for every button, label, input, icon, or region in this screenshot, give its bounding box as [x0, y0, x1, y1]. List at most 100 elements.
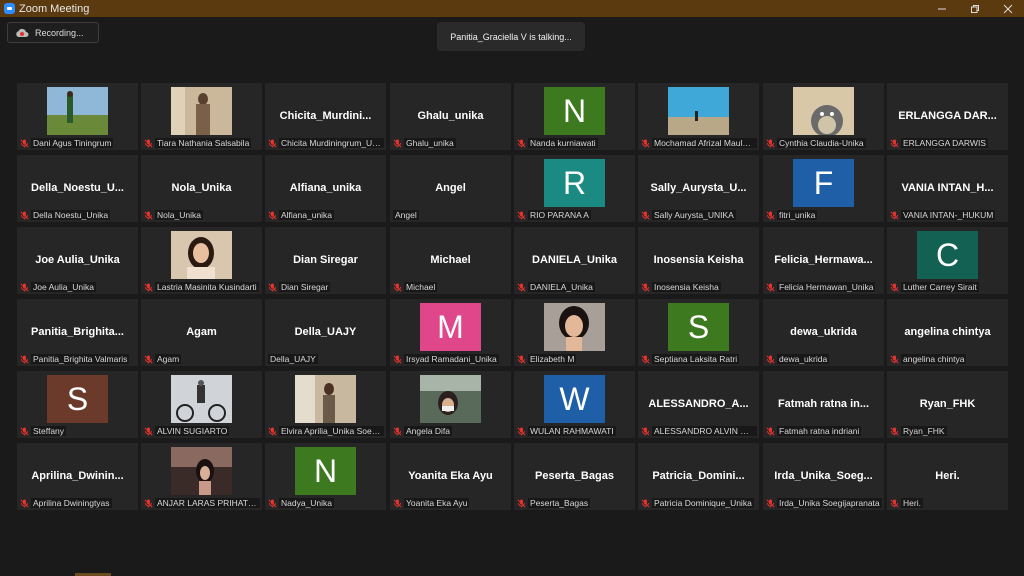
- participant-tile[interactable]: Joe Aulia_Unika Joe Aulia_Unika: [17, 227, 138, 294]
- participant-tile[interactable]: Dani Agus Tiningrum: [17, 83, 138, 150]
- participant-tile[interactable]: C Luther Carrey Sirait: [887, 227, 1008, 294]
- participant-display-name: Alfiana_unika: [289, 182, 362, 194]
- mic-muted-icon: [641, 210, 650, 220]
- participant-tile[interactable]: Fatmah ratna in... Fatmah ratna indriani: [763, 371, 884, 438]
- mic-muted-icon: [393, 426, 402, 436]
- maximize-button[interactable]: [958, 0, 991, 17]
- participant-tile[interactable]: Sally_Aurysta_U... Sally Aurysta_UNIKA: [638, 155, 759, 222]
- participant-tile[interactable]: Peserta_Bagas Peserta_Bagas: [514, 443, 635, 510]
- participant-tile[interactable]: ALVIN SUGIARTO: [141, 371, 262, 438]
- participant-tile[interactable]: Lastria Masinita Kusindarti: [141, 227, 262, 294]
- participant-tile[interactable]: ANJAR LARAS PRIHATINI: [141, 443, 262, 510]
- participant-tile[interactable]: Patricia_Domini... Patricia Dominique_Uni…: [638, 443, 759, 510]
- participant-name: Alfiana_unika: [279, 210, 335, 220]
- participant-tile[interactable]: Inosensia Keisha Inosensia Keisha: [638, 227, 759, 294]
- participant-name-label: Della_UAJY: [268, 354, 384, 364]
- participant-name-label: Septiana Laksita Ratri: [641, 354, 757, 364]
- participant-tile[interactable]: Michael Michael: [390, 227, 511, 294]
- participant-name: Fatmah ratna indriani: [777, 426, 862, 436]
- participant-display-name: Peserta_Bagas: [535, 470, 614, 482]
- mic-muted-icon: [890, 210, 899, 220]
- participant-tile[interactable]: R RIO PARANA A: [514, 155, 635, 222]
- mic-muted-icon: [641, 498, 650, 508]
- active-speaker-banner: Panitia_Graciella V is talking...: [437, 22, 585, 51]
- participant-name: Yoanita Eka Ayu: [404, 498, 470, 508]
- avatar-initial: N: [544, 87, 605, 135]
- participant-display-name: Angel: [435, 182, 466, 194]
- avatar-initial: S: [668, 303, 729, 351]
- participant-name: Tiara Nathania Salsabila: [155, 138, 252, 148]
- participant-tile[interactable]: Elizabeth M: [514, 299, 635, 366]
- minimize-button[interactable]: [925, 0, 958, 17]
- participant-tile[interactable]: S Steffany: [17, 371, 138, 438]
- participant-name: Aprilina Dwiningtyas: [31, 498, 112, 508]
- participant-tile[interactable]: Felicia_Hermawa... Felicia Hermawan_Unika: [763, 227, 884, 294]
- participant-tile[interactable]: Dian Siregar Dian Siregar: [265, 227, 386, 294]
- mic-muted-icon: [890, 354, 899, 364]
- participant-name-label: Panitia_Brighita Valmaris: [20, 354, 136, 364]
- mic-muted-icon: [641, 426, 650, 436]
- participant-tile[interactable]: S Septiana Laksita Ratri: [638, 299, 759, 366]
- participant-name-label: Yoanita Eka Ayu: [393, 498, 509, 508]
- participant-tile[interactable]: Panitia_Brighita... Panitia_Brighita Valm…: [17, 299, 138, 366]
- participant-name-label: ALESSANDRO ALVIN WIJAYA: [641, 426, 757, 436]
- participant-tile[interactable]: Ryan_FHK Ryan_FHK: [887, 371, 1008, 438]
- participant-video: [295, 375, 356, 423]
- participant-name-label: Irda_Unika Soegijapranata: [766, 498, 882, 508]
- mic-muted-icon: [20, 498, 29, 508]
- mic-muted-icon: [766, 354, 775, 364]
- participant-name-label: WULAN RAHMAWATI: [517, 426, 633, 436]
- participant-name-label: Sally Aurysta_UNIKA: [641, 210, 757, 220]
- participant-tile[interactable]: Aprilina_Dwinin... Aprilina Dwiningtyas: [17, 443, 138, 510]
- participant-display-name: Inosensia Keisha: [653, 254, 744, 266]
- participant-name: Angel: [393, 210, 419, 220]
- participant-tile[interactable]: Angela Difa: [390, 371, 511, 438]
- participant-name-label: Irsyad Ramadani_Unika: [393, 354, 509, 364]
- participant-tile[interactable]: Angel Angel: [390, 155, 511, 222]
- avatar-initial: N: [295, 447, 356, 495]
- participant-tile[interactable]: Della_Noestu_U... Della Noestu_Unika: [17, 155, 138, 222]
- participant-name-label: Nola_Unika: [144, 210, 260, 220]
- participant-tile[interactable]: Alfiana_unika Alfiana_unika: [265, 155, 386, 222]
- participant-tile[interactable]: W WULAN RAHMAWATI: [514, 371, 635, 438]
- participant-tile[interactable]: Mochamad Afrizal Maulana: [638, 83, 759, 150]
- participant-name: Panitia_Brighita Valmaris: [31, 354, 130, 364]
- participant-name: Irsyad Ramadani_Unika: [404, 354, 499, 364]
- participant-tile[interactable]: Ffitri_unika: [763, 155, 884, 222]
- mic-muted-icon: [766, 210, 775, 220]
- participant-tile[interactable]: Agam Agam: [141, 299, 262, 366]
- close-button[interactable]: [991, 0, 1024, 17]
- participant-tile[interactable]: M Irsyad Ramadani_Unika: [390, 299, 511, 366]
- mic-muted-icon: [268, 282, 277, 292]
- participant-tile[interactable]: Nola_Unika Nola_Unika: [141, 155, 262, 222]
- participant-name-label: Alfiana_unika: [268, 210, 384, 220]
- recording-label: Recording...: [35, 27, 84, 38]
- participant-tile[interactable]: Yoanita Eka Ayu Yoanita Eka Ayu: [390, 443, 511, 510]
- participant-name-label: Fatmah ratna indriani: [766, 426, 882, 436]
- participant-tile[interactable]: VANIA INTAN_H... VANIA INTAN-_HUKUM: [887, 155, 1008, 222]
- avatar-initial: C: [917, 231, 978, 279]
- participant-tile[interactable]: Irda_Unika_Soeg... Irda_Unika Soegijapran…: [763, 443, 884, 510]
- participant-tile[interactable]: N Nanda kurniawati: [514, 83, 635, 150]
- participant-display-name: Joe Aulia_Unika: [35, 254, 120, 266]
- participant-tile[interactable]: dewa_ukrida dewa_ukrida: [763, 299, 884, 366]
- avatar-initial: F: [793, 159, 854, 207]
- participant-tile[interactable]: ERLANGGA DAR... ERLANGGA DARWIS: [887, 83, 1008, 150]
- participant-name: Felicia Hermawan_Unika: [777, 282, 876, 292]
- participant-tile[interactable]: N Nadya_Unika: [265, 443, 386, 510]
- participant-tile[interactable]: Elvira Aprilia_Unika Soegijapranata: [265, 371, 386, 438]
- participant-tile[interactable]: DANIELA_Unika DANIELA_Unika: [514, 227, 635, 294]
- participant-tile[interactable]: Ghalu_unika Ghalu_unika: [390, 83, 511, 150]
- participant-display-name: Panitia_Brighita...: [31, 326, 124, 338]
- mic-muted-icon: [517, 498, 526, 508]
- participant-tile[interactable]: Heri. Heri.: [887, 443, 1008, 510]
- participant-name: ALVIN SUGIARTO: [155, 426, 230, 436]
- recording-indicator[interactable]: Recording...: [7, 22, 99, 43]
- participant-tile[interactable]: ALESSANDRO_A... ALESSANDRO ALVIN WIJAYA: [638, 371, 759, 438]
- participant-tile[interactable]: Tiara Nathania Salsabila: [141, 83, 262, 150]
- participant-tile[interactable]: Della_UAJY Della_UAJY: [265, 299, 386, 366]
- participant-tile[interactable]: Cynthia Claudia-Unika: [763, 83, 884, 150]
- participant-tile[interactable]: Chicita_Murdini... Chicita Murdiningrum_U…: [265, 83, 386, 150]
- participant-tile[interactable]: angelina chintya angelina chintya: [887, 299, 1008, 366]
- mic-muted-icon: [393, 282, 402, 292]
